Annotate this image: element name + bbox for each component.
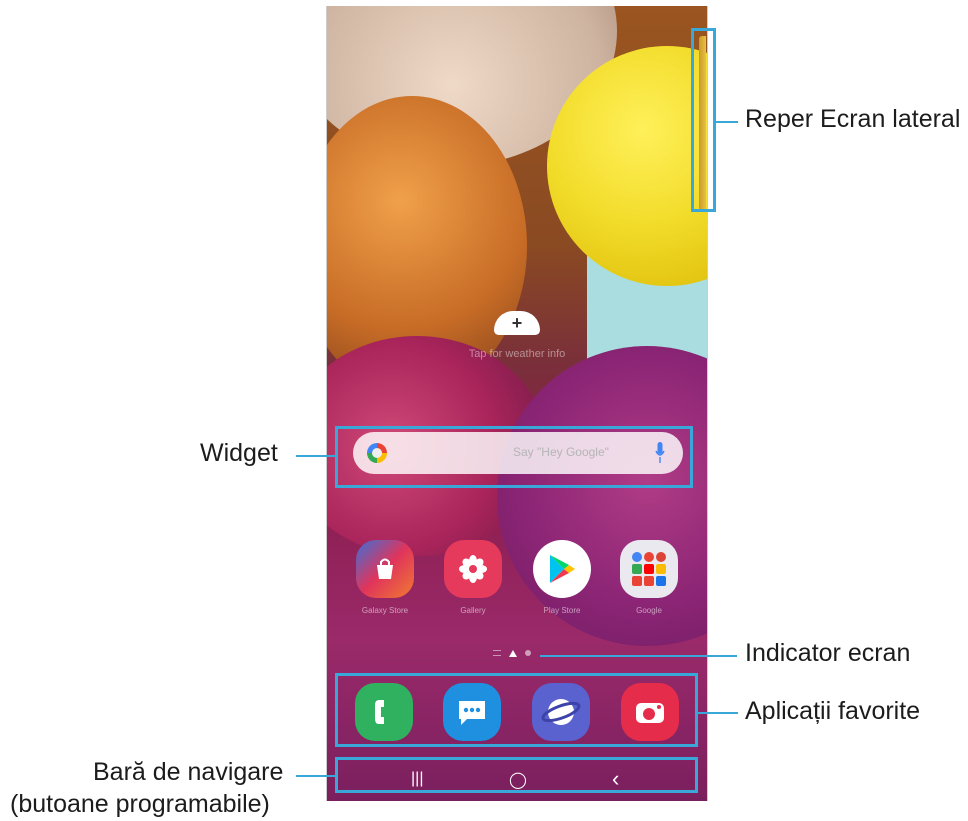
edge-panel-label: Reper Ecran lateral — [745, 105, 961, 133]
weather-hint: Tap for weather info — [468, 348, 566, 360]
indicator-label: Indicator ecran — [745, 639, 911, 667]
weather-widget[interactable]: + Tap for weather info — [327, 311, 707, 360]
widget-highlight — [335, 426, 693, 488]
app-google-folder[interactable]: Google — [619, 540, 679, 615]
nav-bar-label: Bară de navigare — [93, 758, 284, 786]
nav-bar-highlight — [335, 757, 698, 793]
app-label-google: Google — [636, 606, 662, 615]
cloud-add-icon: + — [494, 311, 540, 335]
app-label-play-store: Play Store — [543, 606, 581, 615]
page-indicator[interactable] — [493, 648, 531, 658]
nav-bar-sublabel: (butoane programabile) — [10, 790, 270, 818]
page-dot — [525, 650, 531, 656]
edge-callout-line — [716, 121, 738, 123]
folder-icon — [620, 540, 678, 598]
favorites-highlight — [335, 673, 698, 747]
widget-callout-line — [296, 455, 335, 457]
shopping-bag-icon — [356, 540, 414, 598]
app-play-store[interactable]: Play Store — [532, 540, 592, 615]
flower-icon — [444, 540, 502, 598]
indicator-callout-line — [540, 655, 737, 657]
app-gallery[interactable]: Gallery — [443, 540, 503, 615]
favorites-callout-line — [698, 712, 738, 714]
edge-handle-highlight — [691, 28, 716, 212]
play-triangle-icon — [533, 540, 591, 598]
favorites-label: Aplicații favorite — [745, 697, 921, 725]
widget-label: Widget — [200, 439, 278, 467]
feed-page-indicator — [493, 650, 501, 656]
nav-callout-line — [296, 775, 335, 777]
app-label-gallery: Gallery — [460, 606, 486, 615]
app-galaxy-store[interactable]: Galaxy Store — [355, 540, 415, 615]
home-page-indicator — [509, 649, 517, 657]
app-label-galaxy-store: Galaxy Store — [361, 606, 409, 615]
